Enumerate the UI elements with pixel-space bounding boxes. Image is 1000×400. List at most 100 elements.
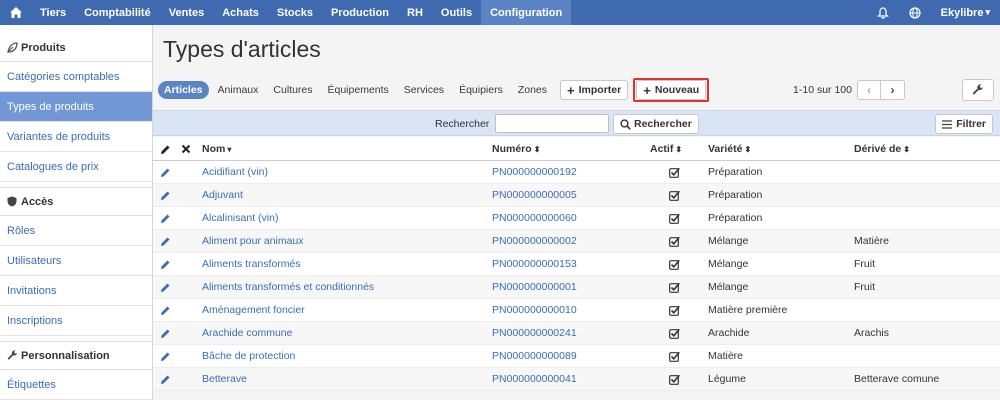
wrench-icon <box>6 350 18 361</box>
row-number-link[interactable]: PN000000000241 <box>492 322 577 344</box>
sort-desc-icon: ▾ <box>227 144 232 154</box>
tab-zones[interactable]: Zones <box>512 81 553 99</box>
nav-outils[interactable]: Outils <box>432 0 481 25</box>
sidebar-item-invitations[interactable]: Invitations <box>0 276 152 306</box>
column-header-variete[interactable]: Variété ⬍ <box>708 137 751 161</box>
sidebar-item-types-de-produits[interactable]: Types de produits <box>0 92 152 122</box>
edit-icon[interactable] <box>159 368 171 390</box>
search-button[interactable]: Rechercher <box>613 114 699 134</box>
tab-animaux[interactable]: Animaux <box>212 81 265 99</box>
new-button-highlight: + Nouveau <box>633 78 710 102</box>
nav-comptabilite[interactable]: Comptabilité <box>75 0 160 25</box>
user-name: Ekylibre <box>940 6 984 19</box>
tab-equipements[interactable]: Équipements <box>322 81 395 99</box>
sidebar-item-categories-comptables[interactable]: Catégories comptables <box>0 62 152 92</box>
edit-icon[interactable] <box>159 161 171 183</box>
table-row: Aliments transformés et conditionnés PN00… <box>153 276 1000 299</box>
filter-button[interactable]: Filtrer <box>935 114 993 134</box>
row-number-link[interactable]: PN000000000192 <box>492 161 577 183</box>
row-name-link[interactable]: Aménagement foncier <box>202 299 305 321</box>
row-name-link[interactable]: Aliments transformés et conditionnés <box>202 276 374 298</box>
sidebar-item-variantes-de-produits[interactable]: Variantes de produits <box>0 122 152 152</box>
edit-icon[interactable] <box>159 345 171 367</box>
sidebar-item-utilisateurs[interactable]: Utilisateurs <box>0 246 152 276</box>
row-number-link[interactable]: PN000000000041 <box>492 368 577 390</box>
tab-services[interactable]: Services <box>398 81 450 99</box>
tab-cultures[interactable]: Cultures <box>267 81 318 99</box>
edit-icon[interactable] <box>159 253 171 275</box>
column-header-label: Actif <box>650 143 674 155</box>
row-name-link[interactable]: Adjuvant <box>202 184 243 206</box>
new-button[interactable]: + Nouveau <box>636 80 707 100</box>
column-header-nom[interactable]: Nom ▾ <box>202 137 231 161</box>
edit-icon[interactable] <box>159 299 171 321</box>
sort-icon: ⬍ <box>675 144 683 154</box>
sidebar-item-catalogues-de-prix[interactable]: Catalogues de prix <box>0 152 152 182</box>
products-table: Nom ▾ Numéro ⬍ Actif ⬍ Variété ⬍ Dérivé … <box>153 137 1000 391</box>
sidebar-section-title: Accès <box>21 195 54 208</box>
search-input[interactable] <box>495 114 609 133</box>
active-check-icon <box>667 345 681 367</box>
chevron-right-icon[interactable]: › <box>881 80 905 100</box>
sidebar-item-roles[interactable]: Rôles <box>0 216 152 246</box>
row-name-link[interactable]: Betterave <box>202 368 247 390</box>
sidebar-item-inscriptions[interactable]: Inscriptions <box>0 306 152 336</box>
edit-icon[interactable] <box>159 207 171 229</box>
nav-configuration[interactable]: Configuration <box>481 0 572 25</box>
row-name-link[interactable]: Alcalinisant (vin) <box>202 207 278 229</box>
edit-icon[interactable] <box>159 230 171 252</box>
row-number-link[interactable]: PN000000000060 <box>492 207 577 229</box>
column-header-numero[interactable]: Numéro ⬍ <box>492 137 540 161</box>
row-variety: Préparation <box>708 212 763 224</box>
row-number-link[interactable]: PN000000000153 <box>492 253 577 275</box>
column-header-label: Variété <box>708 143 743 155</box>
settings-wrench-button[interactable] <box>962 79 994 101</box>
table-row: Aliments transformés PN000000000153 Mélang… <box>153 253 1000 276</box>
active-check-icon <box>667 253 681 275</box>
row-name-link[interactable]: Aliment pour animaux <box>202 230 304 252</box>
active-check-icon <box>667 322 681 344</box>
sidebar-section-produits: Produits <box>0 34 152 62</box>
row-number-link[interactable]: PN000000000089 <box>492 345 577 367</box>
active-check-icon <box>667 299 681 321</box>
nav-production[interactable]: Production <box>322 0 398 25</box>
row-number-link[interactable]: PN000000000005 <box>492 184 577 206</box>
row-number-link[interactable]: PN000000000010 <box>492 299 577 321</box>
column-header-actif[interactable]: Actif ⬍ <box>650 137 682 161</box>
column-header-label: Dérivé de <box>854 143 902 155</box>
table-row: Adjuvant PN000000000005 Préparation <box>153 184 1000 207</box>
column-header-derive[interactable]: Dérivé de ⬍ <box>854 137 910 161</box>
table-row: Betterave PN000000000041 Légume Betterave c… <box>153 368 1000 391</box>
edit-icon[interactable] <box>159 276 171 298</box>
home-icon[interactable] <box>0 0 31 25</box>
nav-rh[interactable]: RH <box>398 0 432 25</box>
import-button[interactable]: + Importer <box>560 80 629 100</box>
globe-icon[interactable] <box>899 0 931 25</box>
row-number-link[interactable]: PN000000000001 <box>492 276 577 298</box>
row-variety: Matière <box>708 350 744 362</box>
row-name-link[interactable]: Bâche de protection <box>202 345 295 367</box>
user-menu[interactable]: Ekylibre ▾ <box>931 0 1000 25</box>
row-name-link[interactable]: Aliments transformés <box>202 253 301 275</box>
row-name-link[interactable]: Acidifiant (vin) <box>202 161 268 183</box>
bell-icon[interactable] <box>867 0 899 25</box>
edit-icon[interactable] <box>159 322 171 344</box>
table-body: Acidifiant (vin) PN000000000192 Préparatio… <box>153 161 1000 391</box>
chevron-left-icon[interactable]: ‹ <box>857 80 881 100</box>
nav-ventes[interactable]: Ventes <box>160 0 213 25</box>
active-check-icon <box>667 184 681 206</box>
sidebar-item-etiquettes[interactable]: Étiquettes <box>0 370 152 400</box>
edit-icon[interactable] <box>159 184 171 206</box>
row-name-link[interactable]: Arachide commune <box>202 322 292 344</box>
tab-equipiers[interactable]: Équipiers <box>453 81 509 99</box>
row-variety: Mélange <box>708 281 749 293</box>
table-row: Aménagement foncier PN000000000010 Matière… <box>153 299 1000 322</box>
row-number-link[interactable]: PN000000000002 <box>492 230 577 252</box>
column-header-label: Nom <box>202 143 226 155</box>
table-row: Alcalinisant (vin) PN000000000060 Préparat… <box>153 207 1000 230</box>
active-check-icon <box>667 276 681 298</box>
nav-tiers[interactable]: Tiers <box>31 0 75 25</box>
nav-stocks[interactable]: Stocks <box>268 0 322 25</box>
tab-articles[interactable]: Articles <box>158 81 209 99</box>
nav-achats[interactable]: Achats <box>213 0 268 25</box>
